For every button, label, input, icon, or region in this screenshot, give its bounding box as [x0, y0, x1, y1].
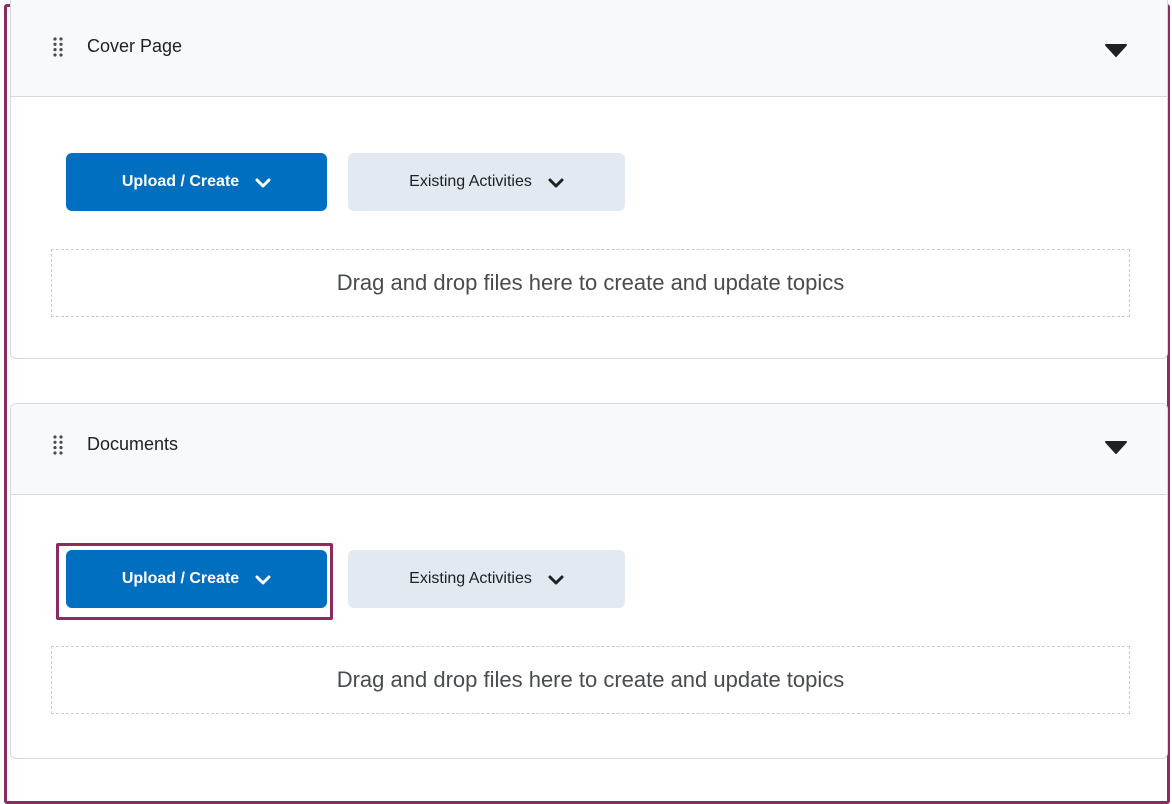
upload-create-button[interactable]: Upload / Create [66, 153, 327, 211]
file-dropzone[interactable]: Drag and drop files here to create and u… [51, 646, 1130, 714]
module-documents: Documents Upload / Create Existing Activ… [10, 403, 1168, 759]
chevron-down-icon [255, 573, 271, 585]
dropzone-text: Drag and drop files here to create and u… [336, 667, 845, 692]
drag-handle-icon[interactable] [53, 435, 63, 455]
caret-down-icon[interactable] [1103, 437, 1129, 457]
chevron-down-icon [548, 176, 564, 188]
caret-down-icon[interactable] [1103, 40, 1129, 60]
upload-create-label: Upload / Create [121, 173, 240, 190]
module-cover-page: Cover Page Upload / Create Existing Acti… [10, 0, 1168, 359]
existing-activities-button[interactable]: Existing Activities [348, 153, 625, 211]
existing-activities-button[interactable]: Existing Activities [348, 550, 625, 608]
upload-create-button[interactable]: Upload / Create [66, 550, 327, 608]
module-header: Documents [11, 404, 1167, 495]
module-header: Cover Page [11, 0, 1167, 97]
drag-handle-icon[interactable] [53, 37, 63, 57]
chevron-down-icon [548, 573, 564, 585]
existing-activities-label: Existing Activities [409, 173, 532, 190]
chevron-down-icon [255, 176, 271, 188]
module-title: Cover Page [87, 36, 183, 56]
dropzone-text: Drag and drop files here to create and u… [336, 270, 845, 295]
existing-activities-label: Existing Activities [409, 570, 532, 587]
module-title: Documents [87, 434, 179, 454]
file-dropzone[interactable]: Drag and drop files here to create and u… [51, 249, 1130, 317]
upload-create-label: Upload / Create [121, 570, 240, 587]
